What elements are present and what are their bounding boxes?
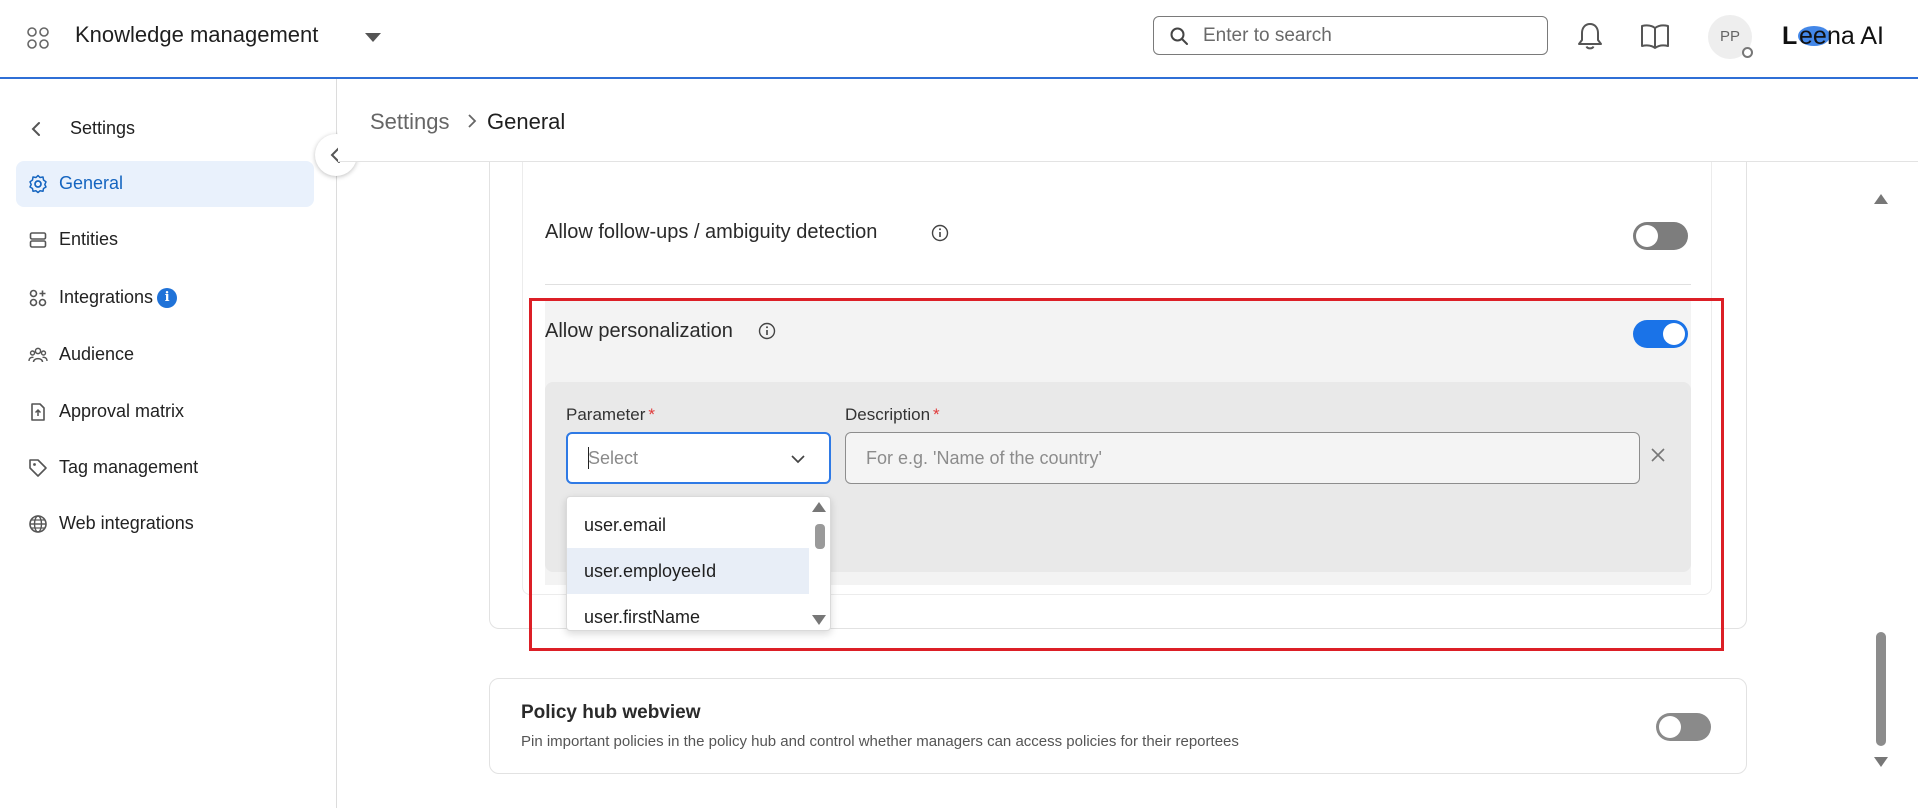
gear-icon: [29, 174, 47, 194]
dropdown-scrollbar-thumb[interactable]: [815, 524, 825, 549]
followups-label-text: Allow follow-ups / ambiguity detection: [545, 221, 878, 243]
description-field[interactable]: [845, 432, 1640, 484]
apps-grid-icon[interactable]: [26, 26, 50, 50]
required-mark: *: [648, 405, 655, 424]
parameter-label: Parameter *: [566, 405, 655, 425]
svg-text:na AI: na AI: [1827, 22, 1884, 50]
toggle-knob: [1663, 323, 1685, 345]
svg-text:ee: ee: [1799, 22, 1827, 50]
scroll-down-arrow-icon[interactable]: [1873, 756, 1889, 768]
text-cursor: [588, 447, 589, 469]
sidebar: Settings General Entities Integrationsi: [0, 79, 337, 808]
policy-hub-description: Pin important policies in the policy hub…: [521, 733, 1239, 750]
policy-hub-card: [489, 678, 1747, 774]
sidebar-item-tag-management[interactable]: Tag management: [16, 445, 314, 491]
file-upload-icon: [31, 403, 45, 421]
globe-icon: [29, 515, 47, 533]
page-scrollbar-thumb[interactable]: [1876, 632, 1886, 746]
tag-icon: [29, 459, 47, 477]
select-placeholder: Select: [588, 448, 639, 468]
sidebar-item-label-text: Integrations: [59, 287, 154, 307]
sidebar-item-label: General: [59, 173, 124, 193]
integrations-icon: [29, 289, 47, 307]
description-input[interactable]: [866, 445, 1616, 471]
dropdown-option[interactable]: user.employeeId: [567, 548, 809, 594]
parameter-label-text: Parameter: [566, 405, 646, 424]
sidebar-item-label: Entities: [59, 229, 119, 249]
sidebar-item-integrations[interactable]: Integrations i: [16, 275, 314, 321]
sidebar-item-label: Tag management: [59, 457, 199, 477]
toggle-knob: [1659, 716, 1681, 738]
scroll-up-arrow-icon[interactable]: [811, 501, 827, 513]
chevron-right-icon: [468, 114, 477, 128]
dropdown-option-label: user.firstName: [584, 607, 701, 627]
breadcrumb-parent[interactable]: Settings: [370, 109, 450, 135]
sidebar-item-general[interactable]: General: [16, 161, 314, 207]
database-icon: [29, 232, 47, 248]
sidebar-back-label: Settings: [70, 118, 136, 138]
parameter-select[interactable]: Select: [566, 432, 831, 484]
divider: [545, 284, 1691, 285]
book-icon[interactable]: [1640, 22, 1670, 50]
search-icon: [1170, 27, 1188, 45]
close-icon[interactable]: [1648, 445, 1668, 465]
description-label: Description *: [845, 405, 940, 425]
personalization-toggle[interactable]: [1633, 320, 1688, 348]
toggle-knob: [1636, 225, 1658, 247]
followups-toggle[interactable]: [1633, 222, 1688, 250]
svg-text:L: L: [1782, 22, 1797, 50]
app-title: Knowledge management: [75, 22, 319, 47]
sidebar-item-entities[interactable]: Entities: [16, 217, 314, 263]
bell-icon[interactable]: [1576, 21, 1604, 51]
info-badge-icon: i: [157, 288, 178, 309]
required-mark: *: [933, 405, 940, 424]
personalization-label: Allow personalization: [545, 320, 733, 343]
info-icon[interactable]: [758, 322, 776, 340]
sidebar-item-web-integrations[interactable]: Web integrations: [16, 501, 314, 547]
description-label-text: Description: [845, 405, 931, 424]
sidebar-item-label: Approval matrix: [59, 401, 185, 421]
users-icon: [28, 347, 48, 363]
scroll-up-arrow-icon[interactable]: [1873, 193, 1889, 205]
dropdown-option[interactable]: user.firstName: [567, 594, 809, 630]
search-box[interactable]: [1153, 16, 1548, 55]
sidebar-item-label: Integrations i: [59, 287, 178, 309]
caret-down-icon[interactable]: [362, 26, 384, 48]
policy-hub-toggle[interactable]: [1656, 713, 1711, 741]
sidebar-item-label: Audience: [59, 344, 135, 364]
policy-hub-title: Policy hub webview: [521, 702, 701, 723]
info-icon[interactable]: [931, 224, 949, 242]
followups-label: Allow follow-ups / ambiguity detection: [545, 221, 877, 244]
sidebar-item-label: Web integrations: [59, 513, 194, 533]
chevron-down-icon: [791, 455, 805, 464]
dropdown-option[interactable]: user.email: [567, 502, 809, 548]
parameter-dropdown: user.email user.employeeId user.firstNam…: [566, 496, 831, 631]
dropdown-option-label: user.email: [584, 515, 667, 535]
sidebar-item-approval-matrix[interactable]: Approval matrix: [16, 389, 314, 435]
brand-logo: L ee na AI: [1782, 22, 1884, 50]
sidebar-item-audience[interactable]: Audience: [16, 332, 314, 378]
chevron-left-icon: [31, 122, 40, 136]
search-input[interactable]: [1203, 23, 1533, 49]
breadcrumb: Settings General: [338, 79, 1918, 162]
scroll-down-arrow-icon[interactable]: [811, 614, 827, 626]
personalization-label-text: Allow personalization: [545, 320, 733, 342]
top-bar: Knowledge management PP L ee na AI: [0, 0, 1918, 79]
status-dot: [1742, 47, 1753, 58]
dropdown-option-label: user.employeeId: [584, 561, 717, 581]
breadcrumb-current: General: [487, 109, 566, 134]
